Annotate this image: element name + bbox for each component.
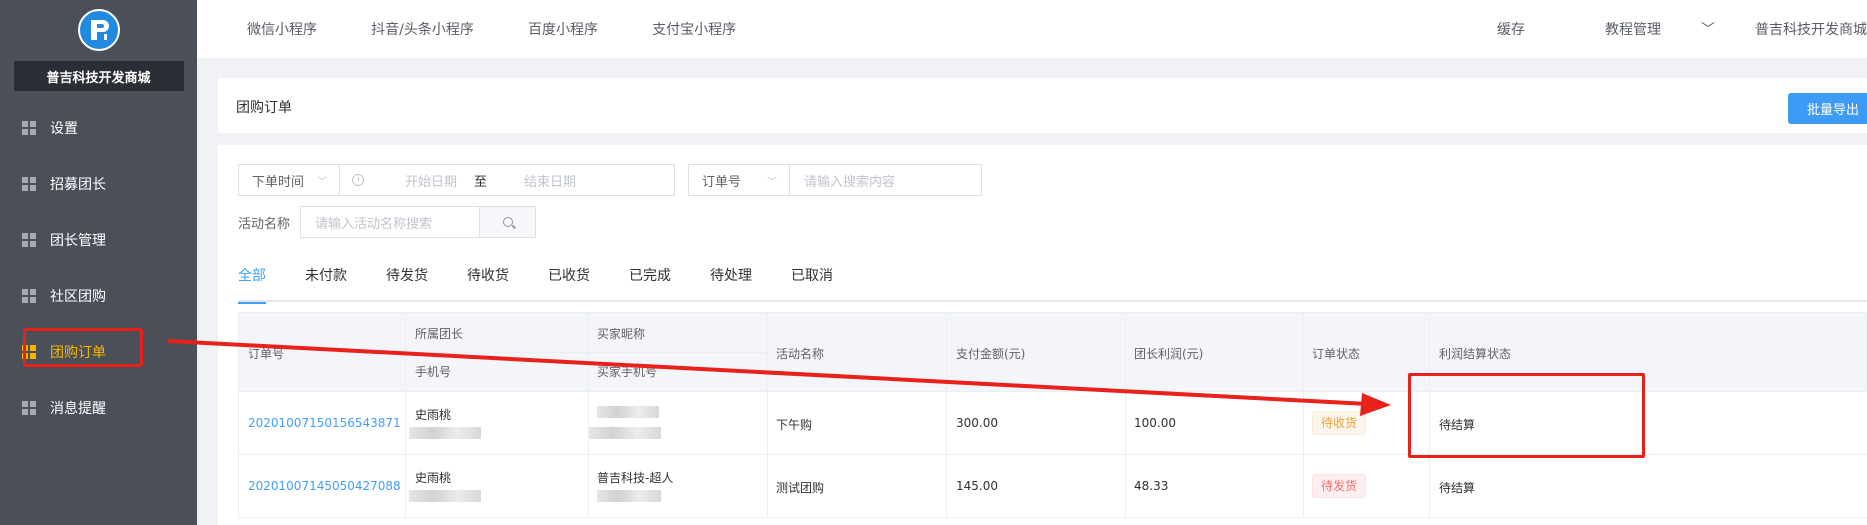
annotation-arrow (167, 339, 1391, 416)
